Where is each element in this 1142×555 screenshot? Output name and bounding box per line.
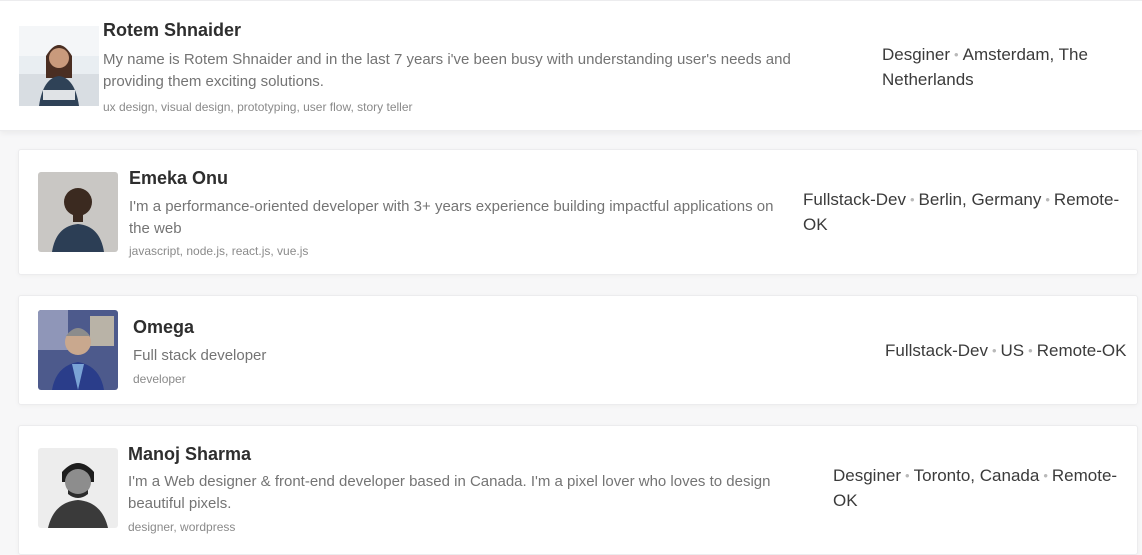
separator-dot: • — [1043, 468, 1048, 483]
person-portrait-icon — [38, 448, 118, 528]
profile-name[interactable]: Omega — [133, 317, 194, 338]
separator-dot: • — [1045, 192, 1050, 207]
profile-card[interactable]: Rotem Shnaider My name is Rotem Shnaider… — [0, 0, 1142, 131]
person-portrait-icon — [19, 26, 99, 106]
profile-location: US — [1000, 341, 1025, 360]
profile-role: Fullstack-Dev — [885, 341, 988, 360]
separator-dot: • — [991, 343, 997, 358]
profile-card[interactable]: Omega Full stack developer developer Ful… — [18, 295, 1138, 405]
avatar[interactable] — [38, 310, 118, 390]
avatar[interactable] — [38, 172, 118, 252]
profile-name[interactable]: Manoj Sharma — [128, 444, 251, 465]
profile-tags: designer, wordpress — [128, 520, 236, 534]
profile-name[interactable]: Emeka Onu — [129, 168, 228, 189]
person-portrait-icon — [38, 172, 118, 252]
profile-location: Berlin, Germany — [918, 190, 1042, 209]
profile-bio: My name is Rotem Shnaider and in the las… — [103, 51, 791, 90]
profile-remote: Remote-OK — [1036, 341, 1127, 360]
profile-bio: Full stack developer — [133, 347, 267, 364]
person-portrait-icon — [38, 310, 118, 390]
profile-role: Desginer — [882, 45, 951, 64]
profile-meta: Fullstack-Dev • US • Remote-OK — [885, 339, 1135, 364]
profile-tags: developer — [133, 372, 186, 386]
separator-dot: • — [905, 468, 910, 483]
separator-dot: • — [954, 47, 959, 62]
avatar[interactable] — [38, 448, 118, 528]
avatar[interactable] — [19, 26, 99, 106]
profile-role: Fullstack-Dev — [803, 190, 906, 209]
profile-meta: Fullstack-Dev • Berlin, Germany • Remote-OK — [803, 188, 1133, 237]
profile-card[interactable]: Emeka Onu I'm a performance-oriented dev… — [18, 149, 1138, 275]
separator-dot: • — [909, 192, 915, 207]
profile-name[interactable]: Rotem Shnaider — [103, 20, 241, 41]
profile-meta: Desginer • Amsterdam, The Netherlands — [882, 43, 1127, 92]
profile-tags: ux design, visual design, prototyping, u… — [103, 100, 413, 114]
profile-card[interactable]: Manoj Sharma I'm a Web designer & front-… — [18, 425, 1138, 555]
separator-dot: • — [1028, 343, 1033, 358]
profile-meta: Desginer • Toronto, Canada • Remote-OK — [833, 464, 1133, 513]
profile-location: Toronto, Canada — [913, 466, 1040, 485]
profile-tags: javascript, node.js, react.js, vue.js — [129, 244, 309, 258]
profile-role: Desginer — [833, 466, 902, 485]
profile-bio: I'm a Web designer & front-end developer… — [128, 473, 771, 512]
profile-bio: I'm a performance-oriented developer wit… — [129, 198, 774, 237]
